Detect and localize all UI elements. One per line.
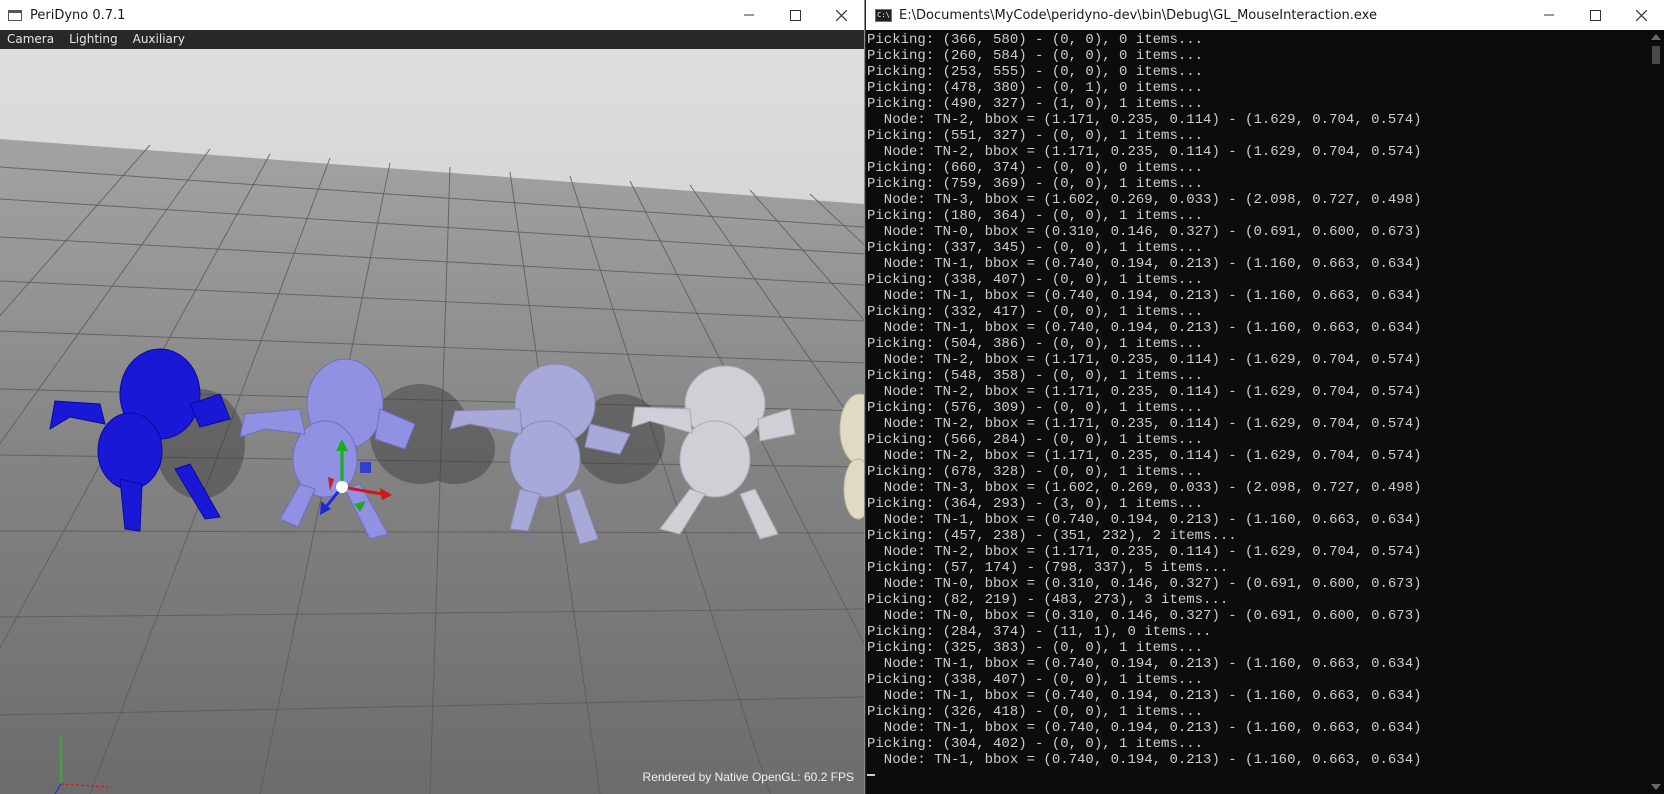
- close-icon: [835, 9, 847, 21]
- menu-camera[interactable]: Camera: [0, 30, 60, 49]
- minimize-icon: [1544, 14, 1554, 16]
- console-cursor: [867, 774, 875, 776]
- console-line: Node: TN-2, bbox = (1.171, 0.235, 0.114)…: [867, 416, 1422, 432]
- scroll-down-arrow-icon[interactable]: [1651, 784, 1661, 790]
- console-line: Picking: (284, 374) - (11, 1), 0 items..…: [867, 624, 1212, 640]
- console-line: Node: TN-1, bbox = (0.740, 0.194, 0.213)…: [867, 256, 1422, 272]
- minimize-button[interactable]: [726, 0, 772, 30]
- console-line: Picking: (82, 219) - (483, 273), 3 items…: [867, 592, 1229, 608]
- app-window-controls: [726, 0, 864, 30]
- menu-lighting[interactable]: Lighting: [62, 30, 124, 49]
- console-line: Picking: (551, 327) - (0, 0), 1 items...: [867, 128, 1204, 144]
- console-line: Node: TN-1, bbox = (0.740, 0.194, 0.213)…: [867, 288, 1422, 304]
- console-line: Picking: (253, 555) - (0, 0), 0 items...: [867, 64, 1204, 80]
- console-window: C:\ E:\Documents\MyCode\peridyno-dev\bin…: [866, 0, 1664, 794]
- console-line: Picking: (57, 174) - (798, 337), 5 items…: [867, 560, 1229, 576]
- console-line: Picking: (678, 328) - (0, 0), 1 items...: [867, 464, 1204, 480]
- console-line: Picking: (364, 293) - (3, 0), 1 items...: [867, 496, 1204, 512]
- console-line: Node: TN-0, bbox = (0.310, 0.146, 0.327)…: [867, 608, 1422, 624]
- console-line: Picking: (260, 584) - (0, 0), 0 items...: [867, 48, 1204, 64]
- console-line: Picking: (490, 327) - (1, 0), 1 items...: [867, 96, 1204, 112]
- console-line: Node: TN-2, bbox = (1.171, 0.235, 0.114)…: [867, 352, 1422, 368]
- console-line: Node: TN-1, bbox = (0.740, 0.194, 0.213)…: [867, 752, 1422, 768]
- console-window-title: E:\Documents\MyCode\peridyno-dev\bin\Deb…: [899, 7, 1377, 23]
- 3d-viewport[interactable]: Rendered by Native OpenGL: 60.2 FPS: [0, 49, 864, 794]
- console-app-icon: C:\: [875, 8, 892, 22]
- console-line: Picking: (325, 383) - (0, 0), 1 items...: [867, 640, 1204, 656]
- console-maximize-button[interactable]: [1572, 0, 1618, 30]
- console-title-bar[interactable]: C:\ E:\Documents\MyCode\peridyno-dev\bin…: [866, 0, 1664, 30]
- console-line: Node: TN-1, bbox = (0.740, 0.194, 0.213)…: [867, 320, 1422, 336]
- console-close-button[interactable]: [1618, 0, 1664, 30]
- menu-auxiliary[interactable]: Auxiliary: [126, 30, 191, 49]
- scene-canvas: [0, 49, 864, 794]
- console-line: Node: TN-3, bbox = (1.602, 0.269, 0.033)…: [867, 192, 1422, 208]
- menu-bar: Camera Lighting Auxiliary: [0, 30, 864, 49]
- console-scrollbar[interactable]: [1648, 30, 1664, 794]
- console-line: Picking: (478, 380) - (0, 1), 0 items...: [867, 80, 1204, 96]
- console-line: Picking: (759, 369) - (0, 0), 1 items...: [867, 176, 1204, 192]
- console-window-controls: [1526, 0, 1664, 30]
- close-button[interactable]: [818, 0, 864, 30]
- console-minimize-button[interactable]: [1526, 0, 1572, 30]
- console-line: Picking: (660, 374) - (0, 0), 0 items...: [867, 160, 1204, 176]
- console-line: Node: TN-2, bbox = (1.171, 0.235, 0.114)…: [867, 384, 1422, 400]
- console-line: Picking: (457, 238) - (351, 232), 2 item…: [867, 528, 1237, 544]
- console-line: Picking: (504, 386) - (0, 0), 1 items...: [867, 336, 1204, 352]
- console-line: Picking: (337, 345) - (0, 0), 1 items...: [867, 240, 1204, 256]
- console-line: Picking: (338, 407) - (0, 0), 1 items...: [867, 672, 1204, 688]
- console-line: Node: TN-1, bbox = (0.740, 0.194, 0.213)…: [867, 688, 1422, 704]
- console-line: Picking: (576, 309) - (0, 0), 1 items...: [867, 400, 1204, 416]
- console-line: Picking: (338, 407) - (0, 0), 1 items...: [867, 272, 1204, 288]
- console-line: Picking: (332, 417) - (0, 0), 1 items...: [867, 304, 1204, 320]
- console-line: Node: TN-2, bbox = (1.171, 0.235, 0.114)…: [867, 144, 1422, 160]
- console-line: Picking: (548, 358) - (0, 0), 1 items...: [867, 368, 1204, 384]
- fps-label: Rendered by Native OpenGL: 60.2 FPS: [642, 770, 854, 784]
- window-app-icon: [8, 9, 22, 21]
- app-window-title: PeriDyno 0.7.1: [30, 7, 126, 23]
- console-line: Node: TN-2, bbox = (1.171, 0.235, 0.114)…: [867, 544, 1422, 560]
- scroll-up-arrow-icon[interactable]: [1651, 34, 1661, 40]
- peridyno-window: PeriDyno 0.7.1 Camera Lighting Auxiliary: [0, 0, 865, 794]
- maximize-icon: [1589, 9, 1601, 21]
- console-line: Node: TN-2, bbox = (1.171, 0.235, 0.114)…: [867, 448, 1422, 464]
- console-line: Node: TN-1, bbox = (0.740, 0.194, 0.213)…: [867, 720, 1422, 736]
- app-title-bar[interactable]: PeriDyno 0.7.1: [0, 0, 864, 30]
- console-line: Node: TN-0, bbox = (0.310, 0.146, 0.327)…: [867, 224, 1422, 240]
- console-line: Picking: (366, 580) - (0, 0), 0 items...: [867, 32, 1204, 48]
- console-line: Picking: (326, 418) - (0, 0), 1 items...: [867, 704, 1204, 720]
- close-icon: [1635, 9, 1647, 21]
- console-line: Picking: (304, 402) - (0, 0), 1 items...: [867, 736, 1204, 752]
- console-line: Node: TN-1, bbox = (0.740, 0.194, 0.213)…: [867, 512, 1422, 528]
- console-line: Node: TN-0, bbox = (0.310, 0.146, 0.327)…: [867, 576, 1422, 592]
- console-line: Picking: (566, 284) - (0, 0), 1 items...: [867, 432, 1204, 448]
- minimize-icon: [744, 14, 754, 16]
- maximize-button[interactable]: [772, 0, 818, 30]
- console-output[interactable]: Picking: (366, 580) - (0, 0), 0 items...…: [867, 32, 1647, 792]
- console-line: Node: TN-3, bbox = (1.602, 0.269, 0.033)…: [867, 480, 1422, 496]
- console-line: Picking: (180, 364) - (0, 0), 1 items...: [867, 208, 1204, 224]
- console-line: Node: TN-2, bbox = (1.171, 0.235, 0.114)…: [867, 112, 1422, 128]
- scrollbar-thumb[interactable]: [1652, 46, 1660, 64]
- maximize-icon: [789, 9, 801, 21]
- console-line: Node: TN-1, bbox = (0.740, 0.194, 0.213)…: [867, 656, 1422, 672]
